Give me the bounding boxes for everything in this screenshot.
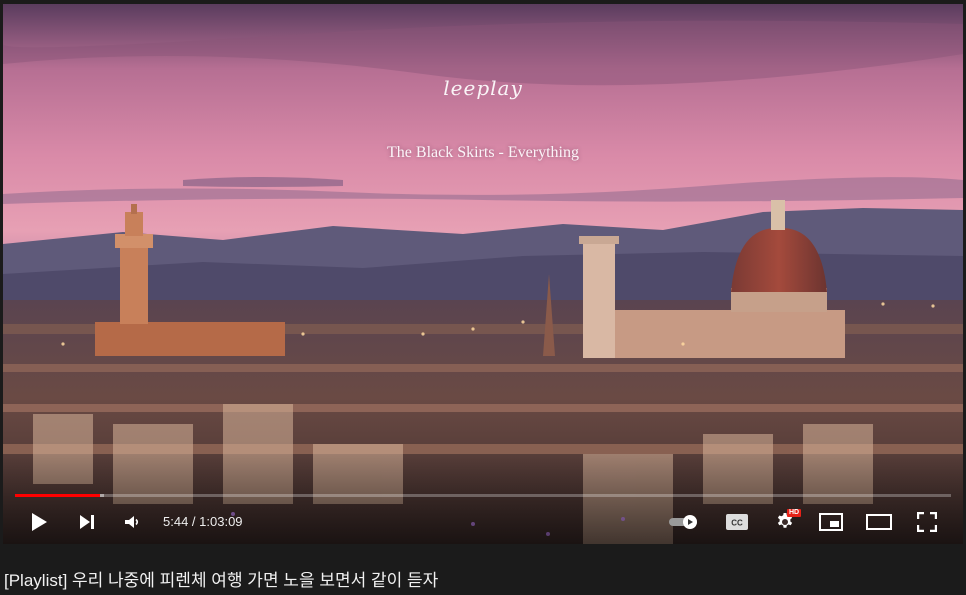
autoplay-toggle-icon (669, 515, 697, 529)
duration: 1:03:09 (199, 514, 243, 529)
next-icon (80, 515, 94, 529)
fullscreen-button[interactable] (909, 504, 945, 540)
hd-badge: HD (787, 509, 802, 517)
current-time: 5:44 (163, 514, 189, 529)
theater-mode-icon (866, 514, 892, 530)
theater-mode-button[interactable] (861, 504, 897, 540)
play-icon (32, 513, 47, 531)
miniplayer-icon (819, 513, 843, 531)
progress-played (15, 494, 100, 497)
channel-watermark: leeplay (443, 76, 523, 100)
video-player[interactable]: leeplay The Black Skirts - Everything 5:… (3, 4, 963, 544)
captions-icon: CC (726, 514, 748, 530)
song-caption: The Black Skirts - Everything (387, 144, 579, 161)
autoplay-toggle[interactable] (665, 504, 705, 540)
controls-bar: 5:44 / 1:03:09 CC HD (3, 504, 963, 540)
settings-button[interactable]: HD (767, 504, 803, 540)
volume-icon (125, 516, 139, 528)
fullscreen-icon (917, 512, 937, 532)
progress-bar[interactable] (15, 494, 951, 497)
volume-button[interactable] (117, 504, 147, 540)
page: leeplay The Black Skirts - Everything 5:… (0, 0, 966, 595)
time-display: 5:44 / 1:03:09 (163, 504, 243, 540)
play-button[interactable] (23, 504, 55, 540)
time-separator: / (188, 514, 200, 529)
svg-text:CC: CC (731, 519, 743, 528)
captions-button[interactable]: CC (719, 504, 755, 540)
next-button[interactable] (71, 504, 103, 540)
miniplayer-button[interactable] (813, 504, 849, 540)
video-title[interactable]: [Playlist] 우리 나중에 피렌체 여행 가면 노을 보면서 같이 듣자 (4, 566, 438, 591)
